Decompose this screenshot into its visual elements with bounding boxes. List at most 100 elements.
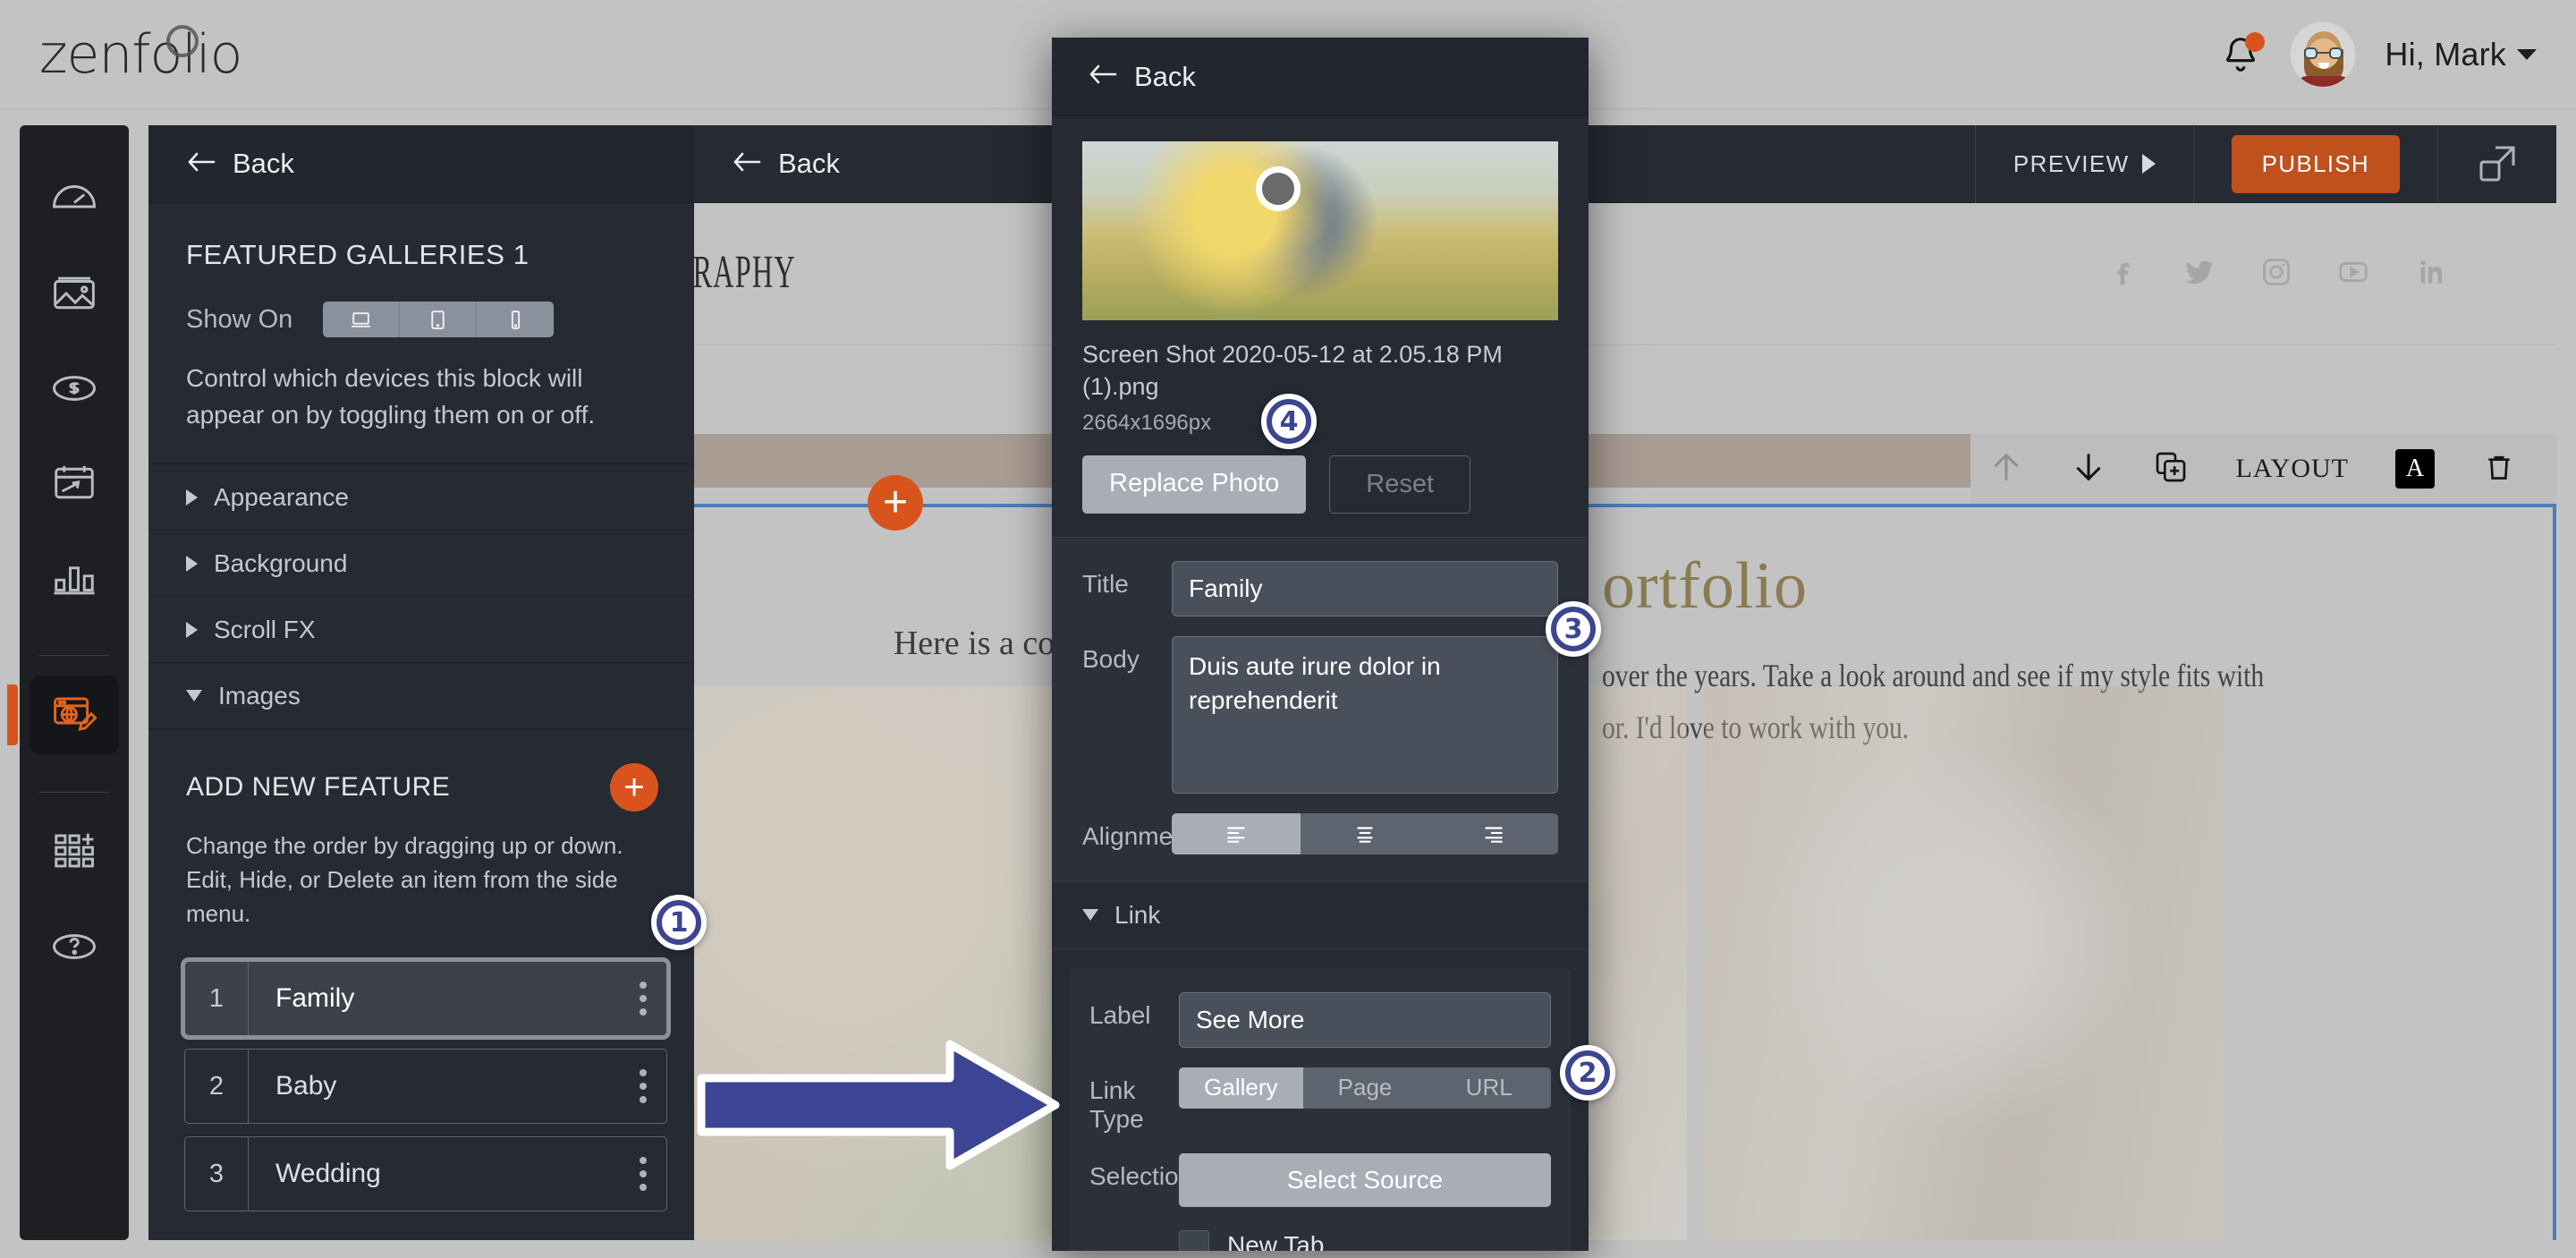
accordion-appearance[interactable]: Appearance	[148, 463, 694, 530]
selection-label: Selection	[1089, 1161, 1193, 1190]
list-item-number: 2	[208, 1071, 225, 1101]
sidebar-item-pricing[interactable]	[30, 349, 119, 428]
sidebar-item-photos[interactable]	[30, 254, 119, 333]
trash-icon[interactable]	[2481, 449, 2517, 489]
select-source-button[interactable]: Select Source	[1179, 1152, 1551, 1207]
editor-back-button[interactable]: Back	[694, 148, 840, 180]
youtube-icon[interactable]	[2336, 255, 2370, 293]
sidebar-item-bookings[interactable]	[30, 444, 119, 523]
arrow-up-icon[interactable]	[1988, 449, 2024, 489]
reset-button[interactable]: Reset	[1329, 455, 1471, 514]
link-label-label: Label	[1089, 1000, 1151, 1029]
sidebar-item-website-editor[interactable]	[7, 676, 119, 754]
logo-text: zenfolio	[39, 22, 242, 86]
show-on-description: Control which devices this block will ap…	[186, 364, 596, 429]
link-type-gallery[interactable]: Gallery	[1179, 1067, 1303, 1109]
align-left-icon[interactable]	[1172, 812, 1301, 854]
photo-dimensions: 2664x1696px	[1082, 410, 1212, 435]
accordion-link[interactable]: Link	[1052, 880, 1589, 949]
add-feature-button[interactable]: +	[610, 763, 658, 812]
preview-label: PREVIEW	[2012, 149, 2130, 177]
list-item-thumbnail	[550, 1050, 620, 1123]
image-edit-modal: Back Screen Shot 2020-05-12 at 2.05.18 P…	[1052, 38, 1589, 1251]
chevron-right-icon	[186, 489, 198, 506]
site-nav: MY CLIENTS MORE	[694, 344, 2556, 434]
sidebar-item-stats[interactable]	[30, 539, 119, 617]
link-label-input[interactable]: See More	[1179, 991, 1551, 1048]
notifications-bell-icon[interactable]	[2220, 31, 2266, 75]
list-item-menu-icon[interactable]	[620, 1069, 666, 1104]
list-item-label: Baby	[275, 1071, 337, 1101]
annotation-badge-2: 2	[1560, 1045, 1615, 1101]
linkedin-icon[interactable]	[2413, 255, 2447, 293]
site-brand-title: HOTOGRAPHY	[694, 247, 796, 298]
text-settings-section: Title Family Body Duis aute irure dolor …	[1052, 536, 1589, 881]
editor-back-label: Back	[778, 148, 840, 179]
editor-toolbar: Back PREVIEW PUBLISH	[694, 125, 2556, 203]
focal-point-icon[interactable]	[1256, 166, 1301, 211]
play-triangle-icon	[2141, 154, 2156, 174]
sidebar-item-apps[interactable]	[30, 812, 119, 891]
body-textarea[interactable]: Duis aute irure dolor in reprehenderit	[1172, 635, 1558, 794]
sidebar-item-help[interactable]	[30, 907, 119, 986]
portfolio-heading: ortfolio	[1602, 549, 1808, 623]
annotation-badge-2-label: 2	[1565, 1050, 1610, 1095]
selection-row: Selection Select Source	[1089, 1152, 1551, 1207]
accordion-images[interactable]: Images	[148, 662, 694, 728]
title-input[interactable]: Family	[1172, 560, 1558, 616]
panel-title: FEATURED GALLERIES 1	[186, 239, 530, 270]
title-label: Title	[1082, 569, 1129, 598]
accordion-background-label: Background	[214, 548, 348, 577]
chevron-right-icon	[186, 621, 198, 638]
list-item[interactable]: 2 Baby	[184, 1049, 667, 1125]
facebook-icon[interactable]	[2106, 255, 2140, 293]
accordion-background[interactable]: Background	[148, 530, 694, 596]
list-item-menu-icon[interactable]	[620, 1157, 666, 1192]
accordion-scroll-fx[interactable]: Scroll FX	[148, 596, 694, 662]
link-type-page[interactable]: Page	[1303, 1067, 1428, 1109]
list-item[interactable]: 1 Family	[184, 961, 667, 1037]
sidebar-item-dashboard[interactable]	[30, 159, 119, 238]
preview-button[interactable]: PREVIEW	[1974, 125, 2193, 203]
publish-button[interactable]: PUBLISH	[2231, 134, 2400, 193]
layout-value-badge[interactable]: A	[2395, 449, 2435, 489]
arrow-down-icon[interactable]	[2071, 449, 2106, 489]
duplicate-icon[interactable]	[2153, 449, 2189, 489]
notification-badge-dot	[2245, 31, 2266, 52]
add-block-button[interactable]: +	[868, 475, 923, 531]
link-label-row: Label See More	[1089, 991, 1551, 1048]
list-item-label: Wedding	[275, 1159, 381, 1189]
user-avatar[interactable]	[2290, 21, 2357, 88]
arrow-left-icon	[1088, 63, 1118, 90]
active-indicator	[7, 684, 18, 745]
add-new-feature-label: ADD NEW FEATURE	[186, 772, 451, 803]
device-toggle-desktop[interactable]	[323, 302, 401, 337]
user-menu[interactable]: Hi, Mark	[2385, 36, 2537, 73]
block-settings-panel: Back FEATURED GALLERIES 1 Show On Contro…	[148, 125, 694, 1240]
arrow-left-icon	[732, 150, 762, 178]
list-item-thumbnail	[550, 1137, 620, 1211]
new-tab-checkbox[interactable]	[1179, 1229, 1209, 1251]
rail-divider-bottom	[39, 792, 109, 793]
twitter-icon[interactable]	[2182, 255, 2216, 293]
rail-divider-top	[39, 655, 109, 656]
photo-preview[interactable]	[1082, 141, 1558, 320]
replace-photo-button[interactable]: Replace Photo	[1082, 455, 1307, 514]
device-toggle-tablet[interactable]	[400, 302, 478, 337]
instagram-icon[interactable]	[2259, 255, 2293, 293]
main-nav-rail	[7, 125, 129, 1240]
link-type-url[interactable]: URL	[1427, 1067, 1551, 1109]
align-right-icon[interactable]	[1429, 812, 1558, 854]
expand-icon[interactable]	[2437, 125, 2556, 203]
zenfolio-logo[interactable]: zenfolio	[39, 23, 242, 86]
list-item-menu-icon[interactable]	[620, 982, 666, 1016]
device-toggle-phone[interactable]	[477, 302, 555, 337]
list-item[interactable]: 3 Wedding	[184, 1136, 667, 1212]
link-settings-section: Label See More Link Type Gallery Page UR…	[1070, 968, 1571, 1251]
gallery-image-wedding[interactable]	[1705, 686, 2224, 1240]
add-feature-description: Change the order by dragging up or down.…	[186, 832, 623, 927]
align-center-icon[interactable]	[1301, 812, 1429, 854]
modal-back-button[interactable]: Back	[1052, 38, 1589, 116]
panel-back-button[interactable]: Back	[148, 125, 694, 203]
new-tab-label: New Tab	[1227, 1230, 1325, 1251]
